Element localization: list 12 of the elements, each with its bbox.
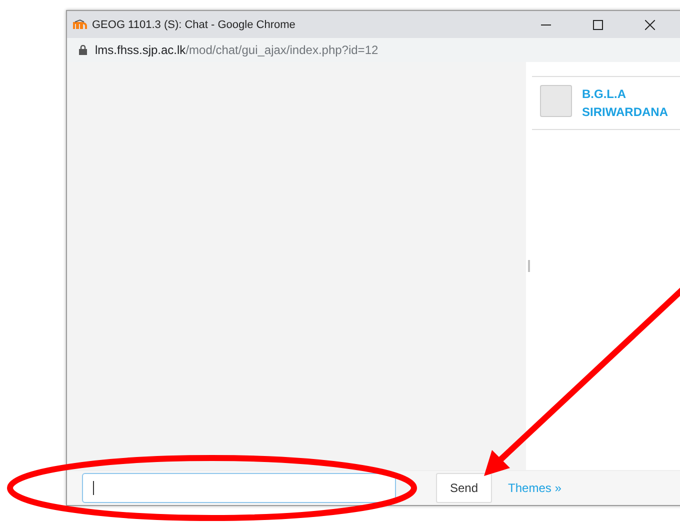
user-name: B.G.L.A SIRIWARDANA — [582, 86, 669, 121]
lock-icon — [79, 45, 87, 55]
moodle-logo-icon — [73, 19, 87, 30]
maximize-icon[interactable] — [593, 20, 603, 30]
message-input-field[interactable] — [82, 473, 396, 503]
address-bar[interactable]: lms.fhss.sjp.ac.lk/mod/chat/gui_ajax/index.php?id=12 — [67, 38, 680, 62]
window-title: GEOG 1101.3 (S): Chat - Google Chrome — [92, 18, 296, 30]
url-text: lms.fhss.sjp.ac.lk/mod/chat/gui_ajax/index.php?id=12 — [95, 43, 378, 57]
avatar-placeholder — [540, 85, 572, 117]
send-button[interactable]: Send — [436, 473, 492, 503]
splitter-handle[interactable] — [528, 260, 530, 272]
close-icon[interactable] — [645, 20, 655, 30]
